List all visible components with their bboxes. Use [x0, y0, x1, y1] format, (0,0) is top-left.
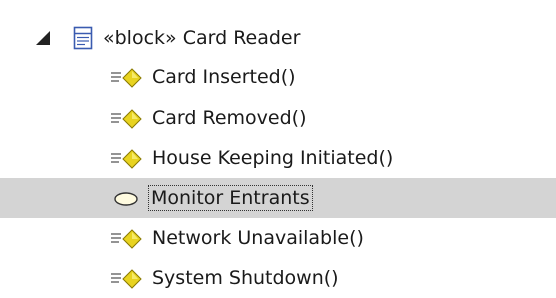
tree-node-card-removed[interactable]: Card Removed(): [0, 98, 556, 138]
tree-node-label: Card Removed(): [152, 107, 307, 129]
tree-node-label: Card Inserted(): [152, 66, 296, 88]
tree-node-network-unavailable[interactable]: Network Unavailable(): [0, 218, 556, 258]
block-class-icon: [73, 26, 93, 50]
project-browser-tree: «block» Card Reader Card Inserted() Card…: [0, 0, 556, 291]
tree-node-label: Monitor Entrants: [148, 185, 313, 211]
state-icon: [114, 192, 138, 206]
operation-icon: [111, 109, 142, 129]
tree-node-house-keeping-initiated[interactable]: House Keeping Initiated(): [0, 138, 556, 178]
operation-icon: [111, 229, 142, 249]
tree-node-label: House Keeping Initiated(): [152, 147, 394, 169]
tree-node-monitor-entrants[interactable]: Monitor Entrants: [0, 178, 556, 218]
tree-node-label: «block» Card Reader: [103, 27, 301, 49]
tree-node-label: System Shutdown(): [152, 267, 339, 289]
operation-icon: [111, 149, 142, 169]
collapse-triangle-icon[interactable]: [36, 31, 50, 45]
tree-node-card-reader[interactable]: «block» Card Reader: [0, 18, 556, 58]
operation-icon: [111, 269, 142, 289]
tree-node-system-shutdown[interactable]: System Shutdown(): [0, 258, 556, 298]
tree-node-card-inserted[interactable]: Card Inserted(): [0, 57, 556, 97]
operation-icon: [111, 68, 142, 88]
tree-node-label: Network Unavailable(): [152, 227, 364, 249]
